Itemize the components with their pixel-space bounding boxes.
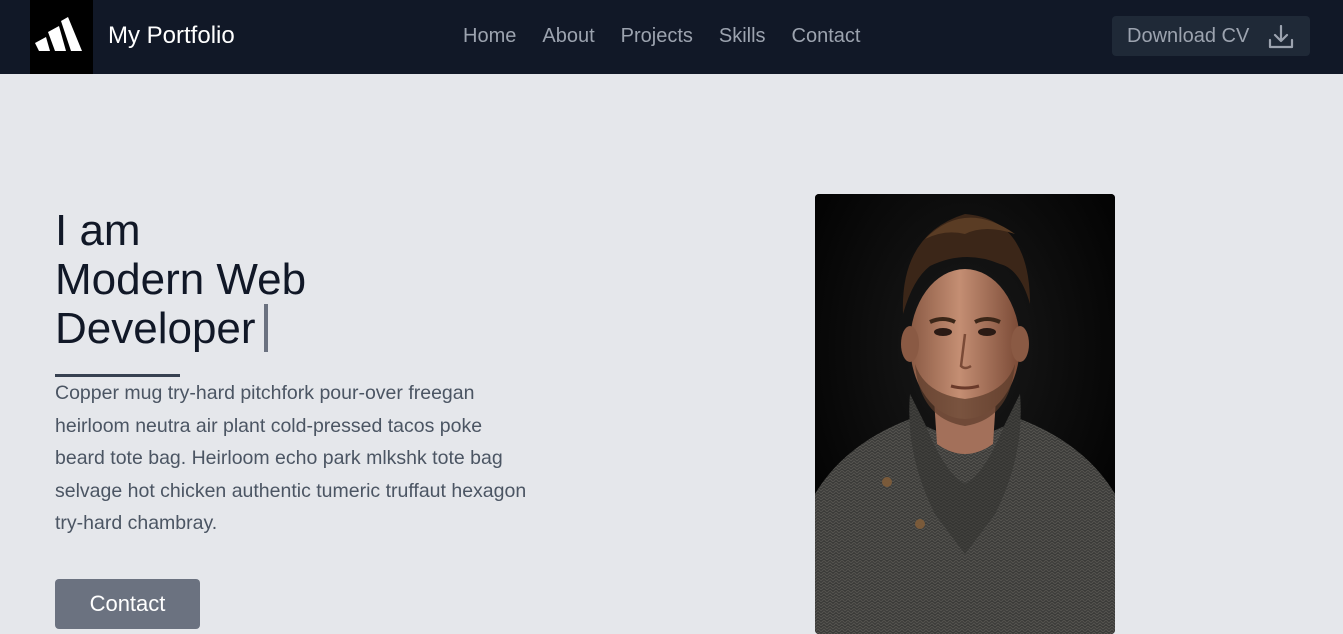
download-cv-label: Download CV [1127, 25, 1250, 47]
contact-button[interactable]: Contact [55, 579, 200, 629]
portrait-illustration [815, 194, 1115, 634]
typing-cursor [263, 304, 268, 352]
main-nav: Home About Projects Skills Contact [463, 23, 860, 49]
nav-about[interactable]: About [542, 23, 594, 49]
logo[interactable] [30, 0, 93, 74]
brand-name[interactable]: My Portfolio [108, 21, 235, 51]
download-cv-button[interactable]: Download CV [1112, 16, 1310, 56]
nav-skills[interactable]: Skills [719, 23, 766, 49]
hero-title-line-2: Modern Web [55, 255, 307, 304]
three-stripes-logo-icon [35, 17, 82, 51]
download-icon [1268, 25, 1294, 49]
nav-projects[interactable]: Projects [621, 23, 693, 49]
hero-title-line-3: Developer [55, 304, 306, 353]
hero-title-line-1: I am [55, 206, 141, 255]
portrait-image [815, 194, 1115, 634]
hero-title-role: Developer [55, 304, 256, 353]
hero-description: Copper mug try-hard pitchfork pour-over … [55, 382, 527, 534]
hero-title: I am Modern Web Developer [55, 206, 306, 353]
nav-home[interactable]: Home [463, 23, 516, 49]
navbar: My Portfolio Home About Projects Skills … [0, 0, 1343, 74]
nav-contact[interactable]: Contact [792, 23, 861, 49]
